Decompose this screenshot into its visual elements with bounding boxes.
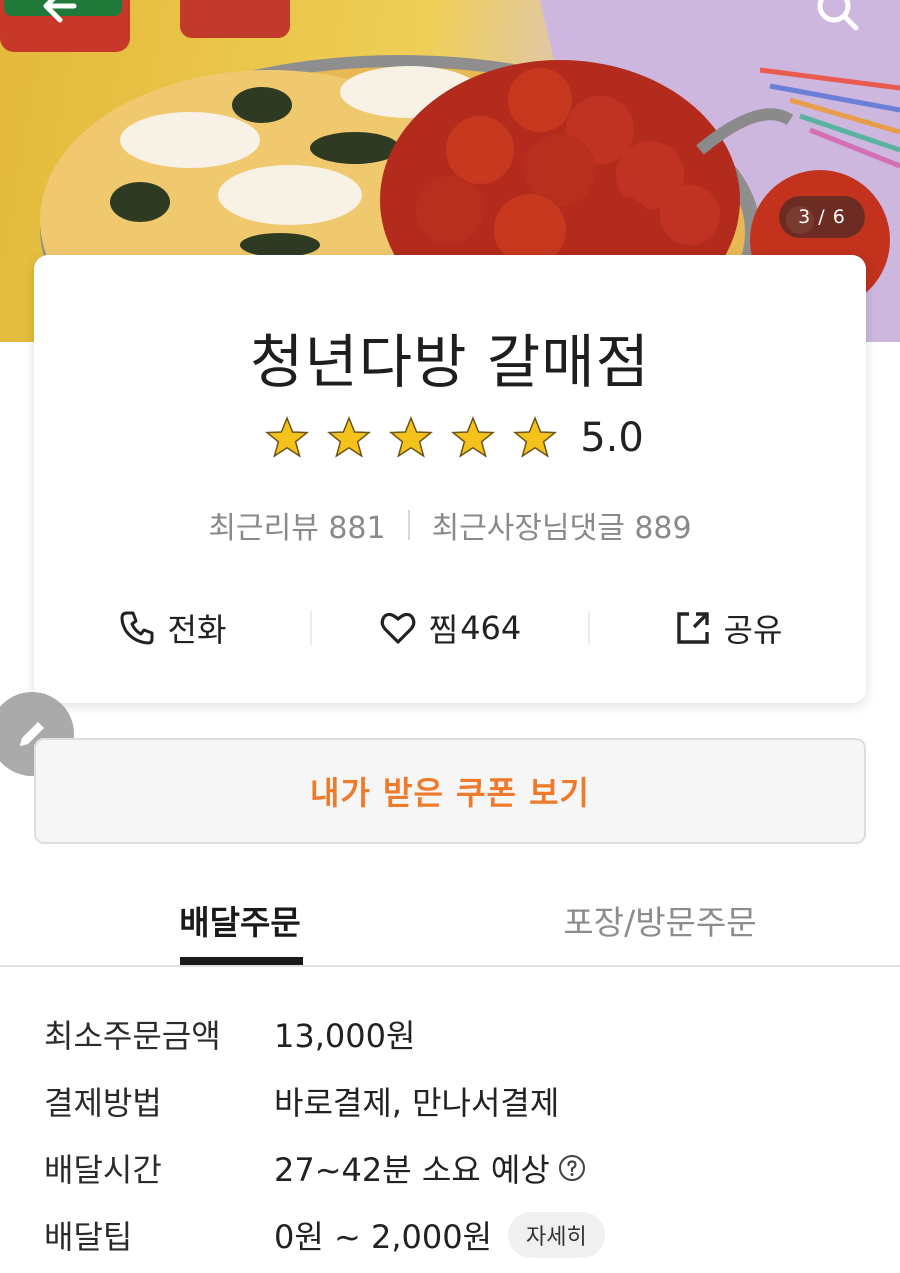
like-label: 찜	[428, 611, 459, 649]
share-label: 공유	[723, 611, 783, 649]
store-name: 청년다방 갈매점	[250, 328, 650, 396]
owner-comments-count[interactable]: 최근사장님댓글 889	[432, 503, 692, 547]
share-button[interactable]: 공유	[590, 605, 866, 651]
info-value-wrap: 27~42분 소요 예상	[274, 1145, 586, 1191]
store-actions: 전화 찜 464 공유	[34, 593, 866, 663]
order-type-tabs: 배달주문 포장/방문주문	[0, 872, 900, 967]
call-button[interactable]: 전화	[34, 605, 310, 651]
image-counter: 3 / 6	[779, 196, 865, 238]
heart-icon	[380, 612, 416, 644]
info-label: 결제방법	[44, 1083, 162, 1122]
store-info-card: 청년다방 갈매점 5.0 최근리뷰 881 최근사장님댓글 889 전화 찜 4…	[34, 255, 866, 703]
back-arrow-icon[interactable]	[34, 0, 90, 34]
info-value: 바로결제, 만나서결제	[274, 1083, 560, 1122]
info-label: 배달시간	[44, 1150, 162, 1189]
star-icon	[451, 415, 496, 458]
review-stats[interactable]: 최근리뷰 881 최근사장님댓글 889	[34, 503, 866, 547]
info-row-payment: 결제방법 바로결제, 만나서결제	[44, 1067, 864, 1134]
rating-row: 5.0	[34, 415, 866, 461]
star-icon	[265, 415, 310, 458]
info-label: 최소주문금액	[44, 1016, 221, 1055]
star-icon	[389, 415, 434, 458]
tab-pickup-order[interactable]: 포장/방문주문	[540, 872, 780, 967]
info-value-wrap: 0원 ~ 2,000원 자세히	[274, 1211, 605, 1258]
star-icon	[513, 415, 558, 458]
like-button[interactable]: 찜 464	[312, 605, 588, 651]
info-label: 배달팁	[44, 1217, 133, 1256]
info-value: 0원 ~ 2,000원	[274, 1217, 493, 1256]
call-label: 전화	[167, 611, 227, 649]
divider	[407, 510, 410, 540]
tab-delivery-order[interactable]: 배달주문	[120, 872, 360, 967]
rating-value: 5.0	[580, 415, 644, 461]
info-row-delivery-tip: 배달팁 0원 ~ 2,000원 자세히	[44, 1201, 864, 1268]
search-icon[interactable]	[812, 0, 862, 34]
star-icon	[327, 415, 372, 458]
recent-reviews-count[interactable]: 최근리뷰 881	[208, 503, 385, 547]
info-value: 27~42분 소요 예상	[274, 1150, 550, 1189]
active-tab-indicator	[180, 957, 303, 965]
delivery-tip-detail-button[interactable]: 자세히	[508, 1211, 605, 1258]
delivery-info: 최소주문금액 13,000원 결제방법 바로결제, 만나서결제 배달시간 27~…	[44, 1000, 864, 1268]
share-icon	[676, 612, 709, 644]
phone-icon	[120, 611, 154, 645]
like-count: 464	[460, 609, 522, 647]
info-value: 13,000원	[274, 1016, 416, 1055]
view-my-coupons-button[interactable]: 내가 받은 쿠폰 보기	[34, 738, 866, 844]
info-row-delivery-time: 배달시간 27~42분 소요 예상	[44, 1134, 864, 1201]
question-circle-icon[interactable]	[558, 1154, 586, 1182]
info-row-min-order: 최소주문금액 13,000원	[44, 1000, 864, 1067]
